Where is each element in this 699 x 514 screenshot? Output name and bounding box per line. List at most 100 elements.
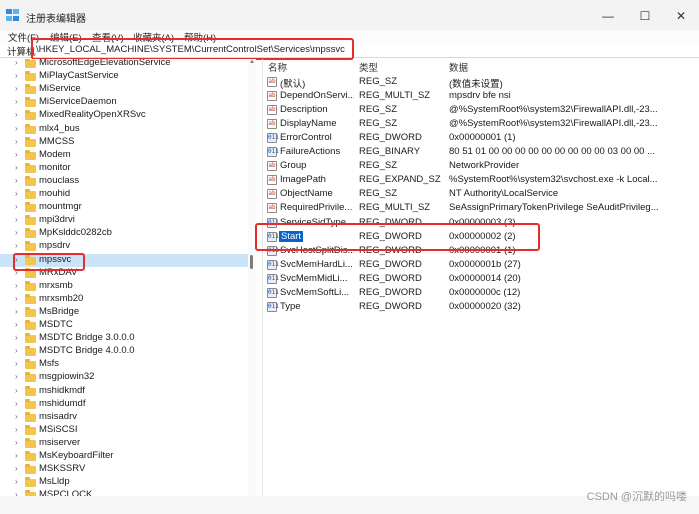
chevron-right-icon[interactable]: ›: [15, 215, 18, 224]
value-row[interactable]: 011 ErrorControl REG_DWORD 0x00000001 (1): [263, 131, 699, 145]
column-header-data[interactable]: 数据: [449, 60, 468, 74]
value-name: FailureActions: [280, 146, 341, 158]
chevron-right-icon[interactable]: ›: [15, 451, 18, 460]
chevron-right-icon[interactable]: ›: [15, 241, 18, 250]
chevron-right-icon[interactable]: ›: [15, 333, 18, 342]
tree-item[interactable]: › MSDTC Bridge 4.0.0.0: [0, 345, 248, 358]
tree-item[interactable]: › MiService: [0, 83, 248, 96]
value-row[interactable]: 011 SvcMemSoftLi... REG_DWORD 0x0000000c (1…: [263, 286, 699, 300]
chevron-right-icon[interactable]: ›: [15, 359, 18, 368]
title-bar: 注册表编辑器 — ☐ ✕: [0, 0, 699, 30]
close-button[interactable]: ✕: [668, 6, 694, 26]
tree-item[interactable]: › mountmgr: [0, 201, 248, 214]
chevron-right-icon[interactable]: ›: [15, 307, 18, 316]
chevron-right-icon[interactable]: ›: [15, 124, 18, 133]
tree-item[interactable]: › mpsdrv: [0, 240, 248, 253]
tree-item[interactable]: › MsLldp: [0, 476, 248, 489]
chevron-right-icon[interactable]: ›: [15, 176, 18, 185]
chevron-right-icon[interactable]: ›: [15, 163, 18, 172]
value-name: SvcMemHardLi...: [280, 258, 353, 270]
scroll-up-arrow-icon[interactable]: ▲: [249, 59, 255, 65]
chevron-right-icon[interactable]: ›: [15, 386, 18, 395]
chevron-right-icon[interactable]: ›: [15, 438, 18, 447]
chevron-right-icon[interactable]: ›: [15, 412, 18, 421]
value-data: 0x0000001b (27): [449, 258, 521, 270]
key-tree[interactable]: › MicrosoftEdgeElevationService › MiPlayCas…: [0, 59, 248, 496]
values-list[interactable]: 名称 类型 数据 ab (默认) REG_SZ (数值未设置) ab DependOnSe…: [263, 59, 699, 496]
tree-item[interactable]: › MiPlayCastService: [0, 70, 248, 83]
chevron-right-icon[interactable]: ›: [15, 71, 18, 80]
chevron-right-icon[interactable]: ›: [15, 294, 18, 303]
chevron-right-icon[interactable]: ›: [15, 281, 18, 290]
value-data: @%SystemRoot%\system32\FirewallAPI.dll,-…: [449, 118, 658, 130]
tree-item-label: mshidkmdf: [39, 384, 85, 396]
column-header-name[interactable]: 名称: [268, 60, 287, 74]
tree-item[interactable]: › mrxsmb20: [0, 293, 248, 306]
chevron-right-icon[interactable]: ›: [15, 320, 18, 329]
chevron-right-icon[interactable]: ›: [15, 425, 18, 434]
value-row[interactable]: ab ImagePath REG_EXPAND_SZ %SystemRoot%\sys…: [263, 173, 699, 187]
binary-value-icon: 011: [267, 301, 279, 312]
chevron-right-icon[interactable]: ›: [15, 202, 18, 211]
tree-item[interactable]: › mlx4_bus: [0, 123, 248, 136]
tree-item[interactable]: › MMCSS: [0, 136, 248, 149]
chevron-right-icon[interactable]: ›: [15, 399, 18, 408]
value-row[interactable]: ab DisplayName REG_SZ @%SystemRoot%\system3…: [263, 117, 699, 131]
chevron-right-icon[interactable]: ›: [15, 189, 18, 198]
chevron-right-icon[interactable]: ›: [15, 372, 18, 381]
folder-icon: [25, 162, 36, 173]
chevron-right-icon[interactable]: ›: [15, 464, 18, 473]
tree-item[interactable]: › Modem: [0, 149, 248, 162]
chevron-right-icon[interactable]: ›: [15, 477, 18, 486]
tree-item[interactable]: › mpi3drvi: [0, 214, 248, 227]
tree-item[interactable]: › mouhid: [0, 188, 248, 201]
value-data: 0x00000020 (32): [449, 300, 521, 312]
value-data: 0x0000000c (12): [449, 286, 521, 298]
chevron-right-icon[interactable]: ›: [15, 97, 18, 106]
tree-scrollbar[interactable]: ▲: [248, 59, 256, 496]
value-row[interactable]: ab Group REG_SZ NetworkProvider: [263, 159, 699, 173]
chevron-right-icon[interactable]: ›: [15, 59, 18, 67]
value-row[interactable]: 011 SvcMemHardLi... REG_DWORD 0x0000001b (2…: [263, 258, 699, 272]
scrollbar-thumb[interactable]: [250, 255, 253, 269]
tree-item[interactable]: › msiserver: [0, 437, 248, 450]
chevron-right-icon[interactable]: ›: [15, 150, 18, 159]
value-row[interactable]: ab (默认) REG_SZ (数值未设置): [263, 75, 699, 90]
chevron-right-icon[interactable]: ›: [15, 346, 18, 355]
tree-item[interactable]: › Msfs: [0, 358, 248, 371]
column-header-type[interactable]: 类型: [359, 60, 378, 74]
value-row[interactable]: ab ObjectName REG_SZ NT Authority\LocalServ…: [263, 187, 699, 201]
tree-item[interactable]: › mshidumdf: [0, 398, 248, 411]
value-type: REG_BINARY: [359, 146, 421, 158]
tree-item[interactable]: › MpKslddc0282cb: [0, 227, 248, 240]
value-row[interactable]: 011 SvcMemMidLi... REG_DWORD 0x00000014 (20…: [263, 272, 699, 286]
minimize-button[interactable]: —: [595, 6, 621, 26]
tree-item-label: mountmgr: [39, 201, 82, 213]
chevron-right-icon[interactable]: ›: [15, 228, 18, 237]
tree-item[interactable]: › MSDTC Bridge 3.0.0.0: [0, 332, 248, 345]
tree-item[interactable]: › MiServiceDaemon: [0, 96, 248, 109]
value-row[interactable]: 011 Type REG_DWORD 0x00000020 (32): [263, 300, 699, 314]
tree-item[interactable]: › MSDTC: [0, 319, 248, 332]
tree-item[interactable]: › MsBridge: [0, 306, 248, 319]
chevron-right-icon[interactable]: ›: [15, 110, 18, 119]
value-row[interactable]: ab RequiredPrivile... REG_MULTI_SZ SeAssign…: [263, 201, 699, 215]
tree-item[interactable]: › MixedRealityOpenXRSvc: [0, 109, 248, 122]
tree-item[interactable]: › MSiSCSI: [0, 424, 248, 437]
tree-item[interactable]: › monitor: [0, 162, 248, 175]
tree-item[interactable]: › MSPCLOCK: [0, 489, 248, 496]
chevron-right-icon[interactable]: ›: [15, 137, 18, 146]
tree-item[interactable]: › mrxsmb: [0, 280, 248, 293]
value-row[interactable]: 011 FailureActions REG_BINARY 80 51 01 00 0…: [263, 145, 699, 159]
chevron-right-icon[interactable]: ›: [15, 84, 18, 93]
tree-item[interactable]: › msisadrv: [0, 411, 248, 424]
tree-item[interactable]: › MSKSSRV: [0, 463, 248, 476]
tree-item[interactable]: › mshidkmdf: [0, 385, 248, 398]
tree-item[interactable]: › msgpiowin32: [0, 371, 248, 384]
value-row[interactable]: ab DependOnServi... REG_MULTI_SZ mpsdrv bfe…: [263, 89, 699, 103]
maximize-button[interactable]: ☐: [632, 6, 658, 26]
value-row[interactable]: ab Description REG_SZ @%SystemRoot%\system3…: [263, 103, 699, 117]
tree-item[interactable]: › MsKeyboardFilter: [0, 450, 248, 463]
tree-item[interactable]: › mouclass: [0, 175, 248, 188]
tree-item[interactable]: › MicrosoftEdgeElevationService: [0, 59, 248, 70]
